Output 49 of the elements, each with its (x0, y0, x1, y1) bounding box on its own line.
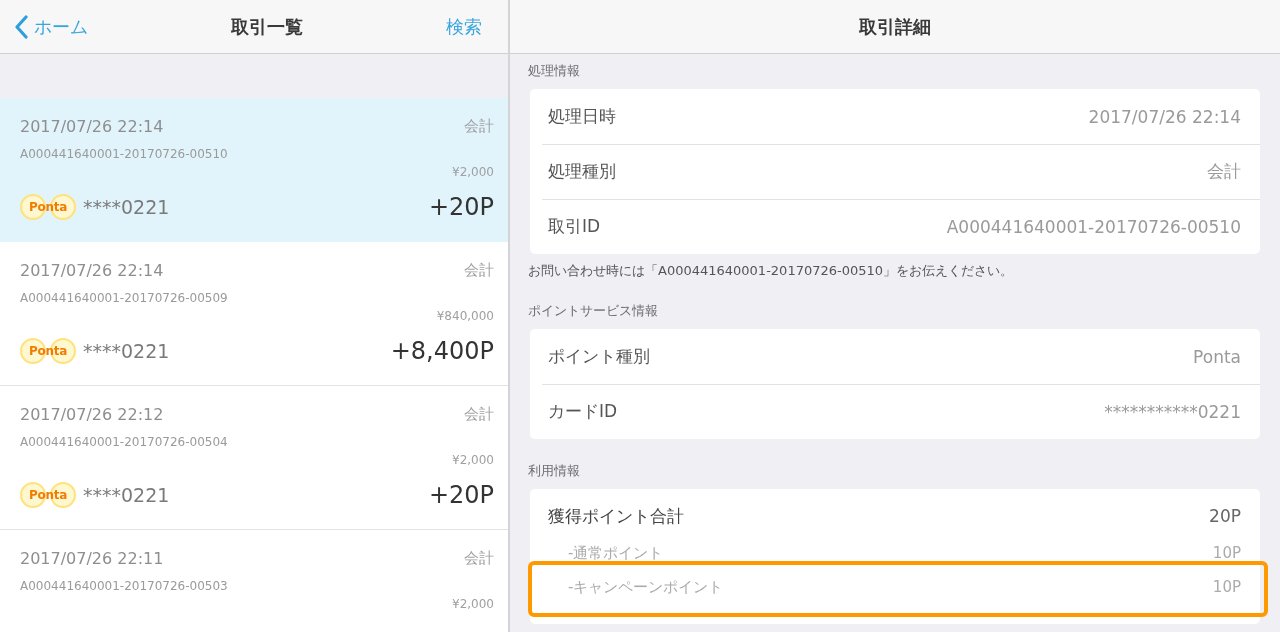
brand-logo: Ponta (20, 482, 76, 508)
detail-value: 20P (1209, 505, 1241, 527)
transaction-id: A000441640001-20170726-00509 (20, 290, 229, 306)
section-header: 利用情報 (528, 463, 581, 479)
detail-label: 処理日時 (548, 105, 616, 128)
transaction-amount: ¥2,000 (452, 597, 494, 611)
points-earned: +8,400P (390, 337, 494, 365)
points-earned: +20P (428, 481, 494, 509)
transaction-type: 会計 (464, 260, 494, 280)
nav-title: 取引詳細 (859, 14, 931, 39)
brand-logo: Ponta (20, 338, 76, 364)
card-number: ****0221 (83, 196, 170, 218)
transaction-amount: ¥2,000 (452, 453, 494, 467)
detail-value: Ponta (1193, 346, 1241, 367)
transaction-type: 会計 (464, 116, 494, 136)
detail-value: A000441640001-20170726-00510 (946, 216, 1241, 237)
detail-label: 処理種別 (548, 160, 616, 183)
transaction-type: 会計 (464, 404, 494, 424)
transaction-id: A000441640001-20170726-00503 (20, 578, 229, 594)
nav-title: 取引一覧 (231, 14, 303, 39)
transaction-date: 2017/07/26 22:14 (20, 116, 164, 136)
transaction-id: A000441640001-20170726-00504 (20, 434, 229, 450)
transaction-amount: ¥840,000 (436, 309, 494, 323)
transaction-date: 2017/07/26 22:14 (20, 260, 164, 280)
transaction-date: 2017/07/26 22:11 (20, 548, 164, 568)
section-header: ポイントサービス情報 (528, 303, 659, 319)
transaction-date: 2017/07/26 22:12 (20, 404, 164, 424)
points-earned: +20P (428, 193, 494, 221)
detail-label: 取引ID (548, 215, 601, 238)
detail-value: 10P (1212, 544, 1241, 562)
section-header: 処理情報 (528, 63, 581, 79)
detail-value: 2017/07/26 22:14 (1088, 106, 1241, 127)
detail-label: -キャンペーンポイント (568, 577, 724, 597)
detail-label: 獲得ポイント合計 (548, 505, 684, 527)
card-number: ****0221 (83, 340, 170, 362)
transaction-type: 会計 (464, 548, 494, 568)
chevron-left-icon (14, 14, 28, 39)
detail-value: 会計 (1207, 160, 1241, 183)
brand-logo: Ponta (20, 194, 76, 220)
detail-label: カードID (548, 400, 618, 423)
detail-value: ***********0221 (1104, 401, 1241, 422)
transaction-row[interactable]: 2017/07/26 22:14 会計 A000441640001-20170726-00510 ¥2,000 Ponta ****0221 +20P (0, 98, 508, 242)
note-text: お問い合わせ時には「A000441640001-20170726-00510」をお伝えください。 (528, 263, 1015, 279)
detail-label: ポイント種別 (548, 345, 650, 368)
detail-value: 10P (1212, 578, 1241, 596)
transaction-id: A000441640001-20170726-00510 (20, 146, 229, 162)
transaction-amount: ¥2,000 (452, 165, 494, 179)
detail-label: -通常ポイント (568, 543, 664, 563)
card-number: ****0221 (83, 484, 170, 506)
